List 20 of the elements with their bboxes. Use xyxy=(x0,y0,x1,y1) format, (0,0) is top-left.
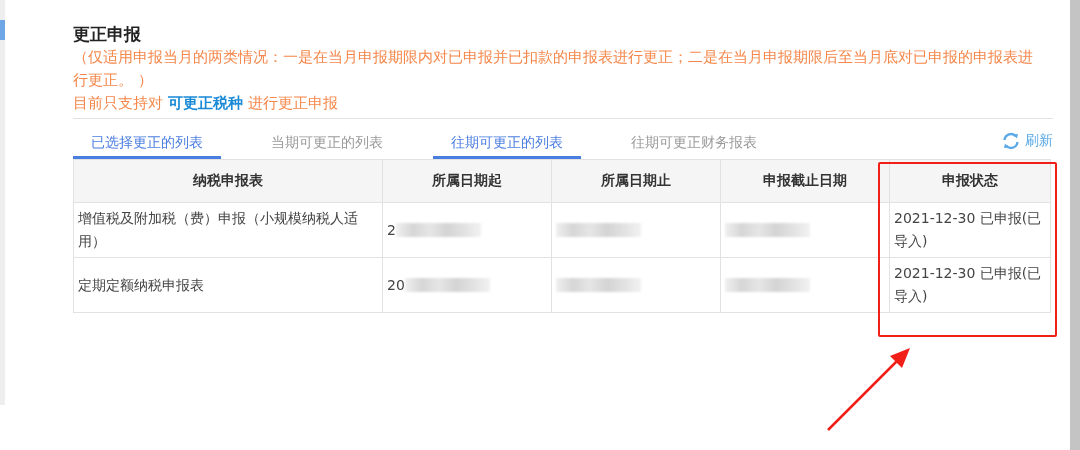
column-header: 所属日期止 xyxy=(551,159,721,203)
cell-text: 2 xyxy=(387,220,396,240)
scrollbar[interactable] xyxy=(1070,0,1080,450)
table-cell: 定期定额纳税申报表 xyxy=(73,257,383,313)
refresh-icon xyxy=(1001,131,1021,151)
column-header: 申报状态 xyxy=(889,159,1051,203)
tax-type-link[interactable]: 可更正税种 xyxy=(167,94,243,112)
table-cell: 2021-12-30 已申报(已导入) xyxy=(889,257,1051,313)
table-cell: 2021-12-30 已申报(已导入) xyxy=(889,202,1051,258)
column-header: 申报截止日期 xyxy=(720,159,890,203)
cell-text: 20 xyxy=(387,275,405,295)
refresh-button[interactable]: 刷新 xyxy=(1001,131,1053,159)
page-title: 更正申报 xyxy=(73,23,142,46)
column-header: 所属日期起 xyxy=(382,159,552,203)
notice-text: （仅适用申报当月的两类情况：一是在当月申报期限内对已申报并已扣款的申报表进行更正；二是在当月申报期限后至当月底对已申报的申报表进行更正。 ） xyxy=(73,47,1034,91)
tab[interactable]: 往期可更正财务报表 xyxy=(613,134,775,159)
column-header: 纳税申报表 xyxy=(73,159,383,203)
table-cell: 增值税及附加税（费）申报（小规模纳税人适用） xyxy=(73,202,383,258)
tab[interactable]: 当期可更正的列表 xyxy=(253,134,401,159)
support-text: 目前只支持对 可更正税种 进行更正申报 xyxy=(73,93,339,114)
